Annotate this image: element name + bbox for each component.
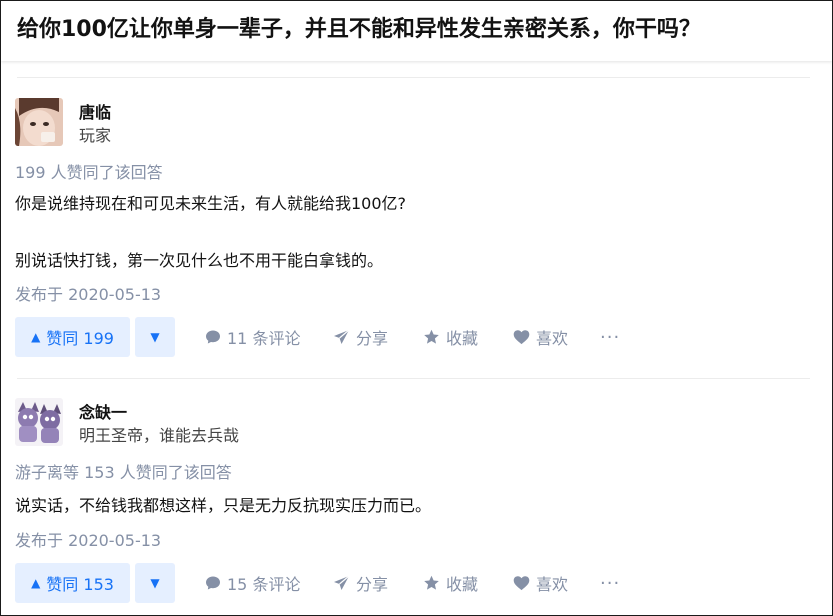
vote-up-label: 赞同 199 [46,329,114,348]
divider [17,77,810,78]
vote-up-button[interactable]: ▲ 赞同 153 [15,563,130,603]
like-label: 喜欢 [536,575,569,594]
ellipsis-icon: ··· [600,326,621,348]
vote-up-button[interactable]: ▲ 赞同 199 [15,317,130,357]
author-name[interactable]: 唐临 [79,99,111,123]
vote-up-label: 赞同 153 [46,575,114,594]
heart-icon [513,329,530,345]
like-button[interactable]: 喜欢 [513,563,568,603]
avatar[interactable] [15,98,63,146]
collect-button[interactable]: 收藏 [423,317,478,357]
publish-date[interactable]: 发布于 2020-05-13 [15,281,161,305]
star-icon [423,329,440,345]
share-button[interactable]: 分享 [333,317,388,357]
vote-count-text[interactable]: 199 人赞同了该回答 [15,159,163,183]
more-button[interactable]: ··· [600,563,620,603]
vote-down-button[interactable]: ▼ [135,317,175,357]
publish-date[interactable]: 发布于 2020-05-13 [15,527,161,551]
star-icon [423,575,440,591]
comment-button[interactable]: 11 条评论 [205,317,300,357]
triangle-up-icon: ▲ [31,576,41,590]
question-header: 给你100亿让你单身一辈子，并且不能和异性发生亲密关系，你干吗？ [1,1,832,61]
avatar[interactable] [15,398,63,446]
divider [17,378,810,379]
more-button[interactable]: ··· [600,317,620,357]
share-button[interactable]: 分享 [333,563,388,603]
author-bio: 玩家 [79,126,112,145]
heart-icon [513,575,530,591]
vote-down-button[interactable]: ▼ [135,563,175,603]
answer-actions: ▲ 赞同 199 ▼ 11 条评论 分享 收藏 喜欢 ··· [15,317,815,357]
comment-label: 15 条评论 [227,575,301,594]
like-label: 喜欢 [536,329,569,348]
triangle-up-icon: ▲ [31,330,41,344]
author-bio: 明王圣帝，谁能去兵哉 [79,426,240,445]
triangle-down-icon: ▼ [150,576,160,590]
comment-bubble-icon [205,575,221,591]
comment-bubble-icon [205,329,221,345]
answer-paragraph: 说实话，不给钱我都想这样，只是无力反抗现实压力而已。 [15,496,432,515]
collect-label: 收藏 [446,575,479,594]
comment-button[interactable]: 15 条评论 [205,563,300,603]
share-label: 分享 [356,329,389,348]
vote-count-text[interactable]: 游子离等 153 人赞同了该回答 [15,459,232,483]
paper-plane-icon [333,575,350,591]
triangle-down-icon: ▼ [150,330,160,344]
ellipsis-icon: ··· [600,572,621,594]
answer-paragraph: 别说话快打钱，第一次见什么也不用干能白拿钱的。 [15,251,384,270]
collect-button[interactable]: 收藏 [423,563,478,603]
author-name[interactable]: 念缺一 [79,399,127,423]
answer-paragraph: 你是说维持现在和可见未来生活，有人就能给我100亿? [15,194,407,213]
collect-label: 收藏 [446,329,479,348]
share-label: 分享 [356,575,389,594]
question-title[interactable]: 给你100亿让你单身一辈子，并且不能和异性发生亲密关系，你干吗？ [17,14,822,46]
like-button[interactable]: 喜欢 [513,317,568,357]
answer-actions: ▲ 赞同 153 ▼ 15 条评论 分享 收藏 喜欢 ··· [15,563,815,603]
comment-label: 11 条评论 [227,329,301,348]
page-frame: 给你100亿让你单身一辈子，并且不能和异性发生亲密关系，你干吗？ 唐临 玩家 1… [0,0,833,616]
paper-plane-icon [333,329,350,345]
